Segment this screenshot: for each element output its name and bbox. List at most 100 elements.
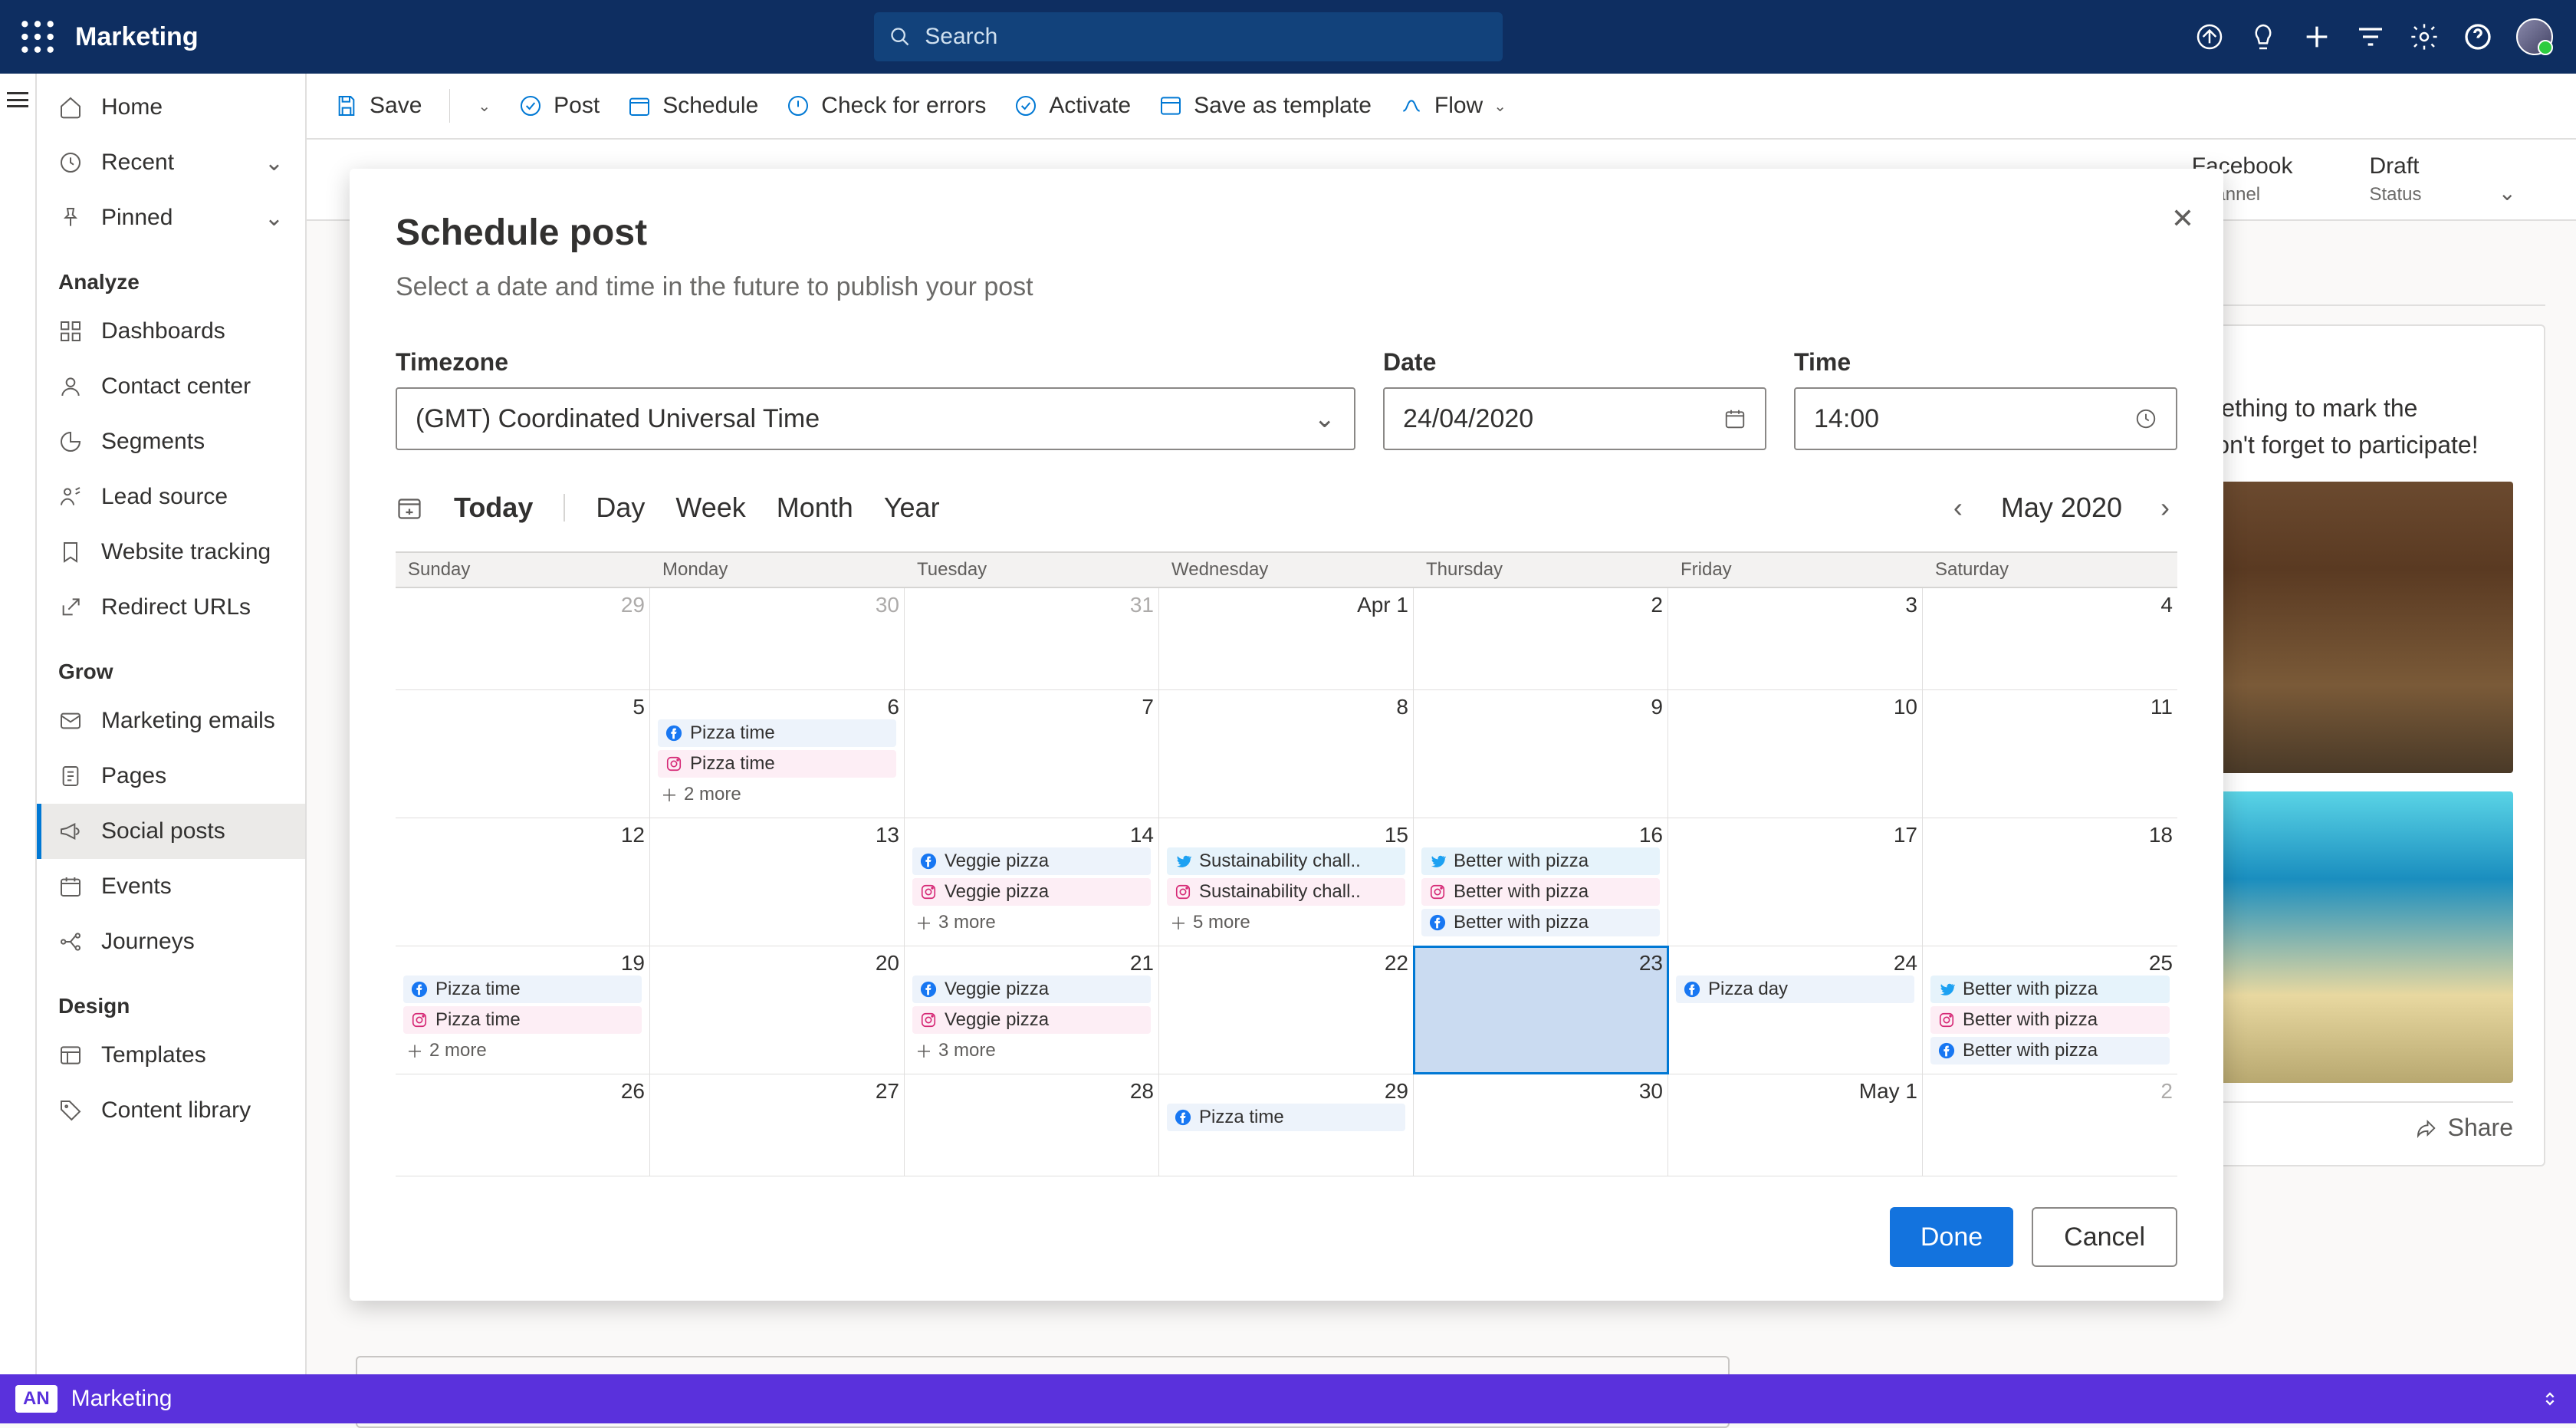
calendar-cell[interactable]: 19Pizza timePizza time＋ 2 more xyxy=(396,946,650,1074)
current-month: May 2020 xyxy=(2001,492,2122,524)
view-year[interactable]: Year xyxy=(884,492,940,524)
more-events[interactable]: ＋ 3 more xyxy=(915,910,1148,935)
done-button[interactable]: Done xyxy=(1890,1207,2013,1267)
tw-icon xyxy=(1429,853,1446,870)
calendar-cell[interactable]: 30 xyxy=(1414,1074,1668,1176)
calendar-event[interactable]: Sustainability chall.. xyxy=(1167,878,1405,906)
fb-icon xyxy=(920,981,937,998)
day-number: 30 xyxy=(876,593,899,617)
calendar-cell[interactable]: 28 xyxy=(905,1074,1159,1176)
calendar-cell[interactable]: 21Veggie pizzaVeggie pizza＋ 3 more xyxy=(905,946,1159,1074)
calendar-event[interactable]: Veggie pizza xyxy=(912,878,1151,906)
more-events[interactable]: ＋ 2 more xyxy=(661,782,893,807)
modal-title: Schedule post xyxy=(396,212,2177,254)
day-number: 18 xyxy=(2149,823,2173,847)
calendar-event[interactable]: Pizza day xyxy=(1676,976,1914,1003)
date-value: 24/04/2020 xyxy=(1403,404,1711,434)
calendar-cell[interactable]: 4 xyxy=(1923,588,2177,689)
calendar-event[interactable]: Pizza time xyxy=(658,750,896,778)
calendar-cell[interactable]: 27 xyxy=(650,1074,905,1176)
cancel-label: Cancel xyxy=(2064,1222,2145,1252)
fb-icon xyxy=(1175,1109,1191,1126)
calendar-cell[interactable]: 3 xyxy=(1668,588,1923,689)
event-label: Better with pizza xyxy=(1454,851,1589,872)
calendar-cell[interactable]: 9 xyxy=(1414,690,1668,818)
ig-icon xyxy=(1429,883,1446,900)
day-number: 22 xyxy=(1385,951,1408,976)
calendar-cell[interactable]: May 1 xyxy=(1668,1074,1923,1176)
calendar-cell[interactable]: 18 xyxy=(1923,818,2177,946)
calendar-cell[interactable]: 29Pizza time xyxy=(1159,1074,1414,1176)
view-month[interactable]: Month xyxy=(777,492,853,524)
calendar-event[interactable]: Veggie pizza xyxy=(912,1006,1151,1034)
calendar-event[interactable]: Better with pizza xyxy=(1421,909,1660,936)
calendar-cell[interactable]: 11 xyxy=(1923,690,2177,818)
prev-month[interactable]: ‹ xyxy=(1946,492,1970,524)
calendar-cell[interactable]: 24Pizza day xyxy=(1668,946,1923,1074)
day-number: 26 xyxy=(621,1079,645,1104)
calendar-cell[interactable]: 13 xyxy=(650,818,905,946)
calendar-event[interactable]: Pizza time xyxy=(403,1006,642,1034)
timezone-select[interactable]: (GMT) Coordinated Universal Time⌄ xyxy=(396,387,1355,450)
calendar-cell[interactable]: 7 xyxy=(905,690,1159,818)
calendar-cell[interactable]: 2 xyxy=(1923,1074,2177,1176)
calendar-cell[interactable]: 8 xyxy=(1159,690,1414,818)
calendar-event[interactable]: Pizza time xyxy=(658,719,896,747)
close-icon[interactable]: ✕ xyxy=(2171,202,2194,235)
dow-header: Saturday xyxy=(1923,553,2177,587)
calendar-event[interactable]: Veggie pizza xyxy=(912,847,1151,875)
today-button[interactable]: Today xyxy=(454,492,533,524)
calendar-event[interactable]: Sustainability chall.. xyxy=(1167,847,1405,875)
day-number: 28 xyxy=(1130,1079,1154,1104)
calendar-cell[interactable]: 16Better with pizzaBetter with pizzaBett… xyxy=(1414,818,1668,946)
more-events[interactable]: ＋ 5 more xyxy=(1170,910,1402,935)
fb-icon xyxy=(665,725,682,742)
time-input[interactable]: 14:00 xyxy=(1794,387,2177,450)
calendar-cell[interactable]: 17 xyxy=(1668,818,1923,946)
time-value: 14:00 xyxy=(1814,404,2122,434)
more-events[interactable]: ＋ 2 more xyxy=(406,1038,639,1063)
event-label: Sustainability chall.. xyxy=(1199,881,1361,903)
day-number: 29 xyxy=(621,593,645,617)
cancel-button[interactable]: Cancel xyxy=(2032,1207,2177,1267)
calendar-cell[interactable]: 12 xyxy=(396,818,650,946)
calendar-cell[interactable]: 26 xyxy=(396,1074,650,1176)
day-number: 13 xyxy=(876,823,899,847)
calendar-event[interactable]: Better with pizza xyxy=(1930,976,2170,1003)
calendar-cell[interactable]: 14Veggie pizzaVeggie pizza＋ 3 more xyxy=(905,818,1159,946)
calendar-cell[interactable]: 15Sustainability chall..Sustainability c… xyxy=(1159,818,1414,946)
calendar-cell[interactable]: 2 xyxy=(1414,588,1668,689)
dow-header: Friday xyxy=(1668,553,1923,587)
next-month[interactable]: › xyxy=(2153,492,2177,524)
calendar-cell[interactable]: 31 xyxy=(905,588,1159,689)
calendar-event[interactable]: Pizza time xyxy=(1167,1104,1405,1131)
ig-icon xyxy=(920,883,937,900)
calendar-event[interactable]: Veggie pizza xyxy=(912,976,1151,1003)
day-number: 3 xyxy=(1905,593,1917,617)
timezone-label: Timezone xyxy=(396,348,1355,377)
calendar-cell[interactable]: 29 xyxy=(396,588,650,689)
calendar-event[interactable]: Better with pizza xyxy=(1930,1037,2170,1064)
calendar-event[interactable]: Better with pizza xyxy=(1421,878,1660,906)
date-input[interactable]: 24/04/2020 xyxy=(1383,387,1766,450)
calendar-cell[interactable]: Apr 1 xyxy=(1159,588,1414,689)
view-week[interactable]: Week xyxy=(675,492,745,524)
calendar-cell[interactable]: 10 xyxy=(1668,690,1923,818)
calendar-event[interactable]: Better with pizza xyxy=(1421,847,1660,875)
day-number: 2 xyxy=(2160,1079,2173,1104)
calendar-cell[interactable]: 5 xyxy=(396,690,650,818)
calendar-cell[interactable]: 25Better with pizzaBetter with pizzaBett… xyxy=(1923,946,2177,1074)
calendar-cell[interactable]: 20 xyxy=(650,946,905,1074)
schedule-post-modal: Schedule post Select a date and time in … xyxy=(350,169,2223,1301)
calendar-cell[interactable]: 23 xyxy=(1414,946,1668,1074)
day-number: 5 xyxy=(632,695,645,719)
calendar-event[interactable]: Better with pizza xyxy=(1930,1006,2170,1034)
calendar-cell[interactable]: 6Pizza timePizza time＋ 2 more xyxy=(650,690,905,818)
day-number: 23 xyxy=(1639,951,1663,976)
calendar-event[interactable]: Pizza time xyxy=(403,976,642,1003)
day-number: 21 xyxy=(1130,951,1154,976)
more-events[interactable]: ＋ 3 more xyxy=(915,1038,1148,1063)
calendar-cell[interactable]: 30 xyxy=(650,588,905,689)
calendar-cell[interactable]: 22 xyxy=(1159,946,1414,1074)
view-day[interactable]: Day xyxy=(596,492,645,524)
